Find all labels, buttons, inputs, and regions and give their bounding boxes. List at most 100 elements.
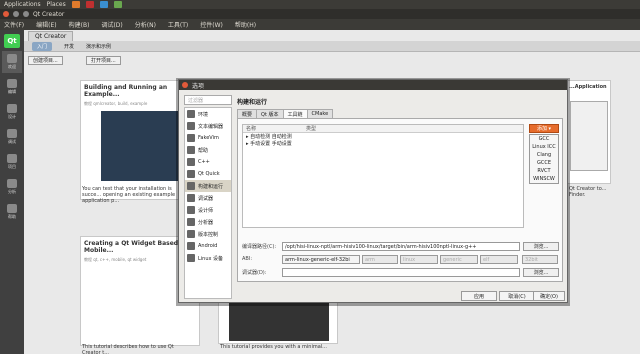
menu-item-linux-icc[interactable]: Linux ICC [530, 143, 558, 151]
menu-file[interactable]: 文件(F) [4, 20, 24, 29]
abi-os-select[interactable]: linux [400, 255, 438, 264]
category-cpp[interactable]: C++ [185, 156, 231, 168]
menu-help[interactable]: 帮助(H) [235, 20, 256, 29]
tree-row-auto[interactable]: ▸ 自动检测 自动检测 [243, 133, 523, 140]
mode-selector: Qt 欢迎 编辑 设计 调试 项目 分析 帮助 [0, 30, 24, 354]
mode-projects[interactable]: 项目 [2, 151, 22, 173]
card-thumbnail [570, 101, 608, 171]
debug-icon [7, 129, 17, 138]
toolchain-tree[interactable]: 名称 类型 ▸ 自动检测 自动检测 ▸ 手动设置 手动设置 [242, 124, 524, 228]
app-icon[interactable] [85, 1, 94, 8]
add-toolchain-button[interactable]: 添加 ▾ [529, 124, 559, 133]
places-menu[interactable]: Places [47, 1, 66, 8]
category-help[interactable]: 帮助 [185, 144, 231, 156]
create-project-button[interactable]: 创建项目... [28, 56, 63, 65]
abi-format-select[interactable]: elf [480, 255, 518, 264]
abi-label: ABI: [242, 256, 253, 262]
category-fakevim[interactable]: FakeVim [185, 132, 231, 144]
debugger-field[interactable] [282, 268, 520, 277]
compiler-path-label: 编译器路径(C): [242, 243, 277, 250]
welcome-icon [7, 54, 17, 63]
menu-item-clang[interactable]: Clang [530, 151, 558, 159]
system-top-bar: Applications Places [0, 0, 640, 9]
subtab-getting-started[interactable]: 入门 [32, 41, 53, 51]
category-environment[interactable]: 环境 [185, 108, 231, 120]
help-icon [187, 146, 195, 154]
menu-item-rvct[interactable]: RVCT [530, 167, 558, 175]
compiler-path-field[interactable]: /opt/hisi-linux-nptl/arm-hisiv100-linux/… [282, 242, 520, 251]
menu-debug[interactable]: 调试(D) [101, 20, 122, 29]
maximize-window-icon[interactable] [23, 11, 29, 17]
column-type: 类型 [306, 126, 317, 132]
designer-icon [187, 206, 195, 214]
menu-tools[interactable]: 工具(T) [168, 20, 188, 29]
category-debugger[interactable]: 调试器 [185, 192, 231, 204]
build-run-icon [187, 182, 195, 190]
mode-debug[interactable]: 调试 [2, 126, 22, 148]
card-description: This tutorial provides you with a minima… [220, 344, 327, 350]
menu-analyze[interactable]: 分析(N) [135, 20, 156, 29]
android-icon [187, 242, 195, 250]
abi-width-select[interactable]: 32bit [522, 255, 558, 264]
card-title: ...Application [569, 84, 607, 90]
projects-icon [7, 154, 17, 163]
tutorial-card[interactable] [218, 300, 338, 344]
abi-arch-select[interactable]: arm [362, 255, 398, 264]
tree-row-manual[interactable]: ▸ 手动设置 手动设置 [243, 140, 523, 147]
close-dialog-icon[interactable] [182, 82, 188, 88]
window-title: Qt Creator [33, 10, 65, 18]
category-android[interactable]: Android [185, 240, 231, 252]
menu-build[interactable]: 构建(B) [69, 20, 90, 29]
fakevim-icon [187, 134, 195, 142]
category-analyzer[interactable]: 分析器 [185, 216, 231, 228]
card-description: This tutorial describes how to use Qt Cr… [82, 344, 174, 354]
edit-icon [7, 79, 17, 88]
category-qt-quick[interactable]: Qt Quick [185, 168, 231, 180]
apply-button[interactable]: 应用 [461, 291, 497, 301]
help-icon[interactable] [113, 1, 122, 8]
menu-item-winscw[interactable]: WINSCW [530, 175, 558, 183]
mode-design[interactable]: 设计 [2, 101, 22, 123]
category-designer[interactable]: 设计师 [185, 204, 231, 216]
tutorial-card[interactable]: ...Application [565, 80, 611, 184]
qt-logo-icon: Qt [4, 34, 20, 48]
menubar: 文件(F) 编辑(E) 构建(B) 调试(D) 分析(N) 工具(T) 控件(W… [0, 19, 640, 30]
welcome-tab[interactable]: Qt Creator [28, 31, 74, 41]
options-category-list: 环境 文本编辑器 FakeVim 帮助 C++ Qt Quick 构建和运行 调… [184, 107, 232, 299]
open-project-button[interactable]: 打开项目... [86, 56, 121, 65]
add-toolchain-menu: GCC Linux ICC Clang GCCE RVCT WINSCW [529, 134, 559, 184]
browse-compiler-button[interactable]: 浏览... [523, 242, 559, 251]
subtab-examples[interactable]: 演示和示例 [86, 43, 111, 50]
menu-item-gcce[interactable]: GCCE [530, 159, 558, 167]
filter-input[interactable]: 过滤器 [184, 95, 232, 105]
close-window-icon[interactable] [3, 11, 9, 17]
design-icon [7, 104, 17, 113]
welcome-subtabs: 入门 开发 演示和示例 [24, 41, 640, 52]
menu-edit[interactable]: 编辑(E) [36, 20, 56, 29]
category-version-control[interactable]: 版本控制 [185, 228, 231, 240]
mode-welcome[interactable]: 欢迎 [2, 51, 22, 73]
category-build-run[interactable]: 构建和运行 [185, 180, 231, 192]
mode-edit[interactable]: 编辑 [2, 76, 22, 98]
firefox-icon[interactable] [71, 1, 80, 8]
category-linux-devices[interactable]: Linux 设备 [185, 252, 231, 264]
mode-analyze[interactable]: 分析 [2, 176, 22, 198]
abi-flavor-select[interactable]: generic [440, 255, 478, 264]
version-control-icon [187, 230, 195, 238]
dialog-title-bar: 选项 [179, 80, 567, 90]
text-editor-icon [187, 122, 195, 130]
menu-item-gcc[interactable]: GCC [530, 135, 558, 143]
subtab-develop[interactable]: 开发 [64, 43, 74, 50]
cancel-button[interactable]: 取消(C) [499, 291, 535, 301]
abi-select[interactable]: arm-linux-generic-elf-32bi [282, 255, 360, 264]
tree-header: 名称 类型 [243, 125, 523, 133]
browse-debugger-button[interactable]: 浏览... [523, 268, 559, 277]
menu-window[interactable]: 控件(W) [200, 20, 223, 29]
category-text-editor[interactable]: 文本编辑器 [185, 120, 231, 132]
terminal-icon[interactable] [99, 1, 108, 8]
ok-button[interactable]: 确定(O) [533, 291, 565, 301]
mode-help[interactable]: 帮助 [2, 201, 22, 223]
minimize-window-icon[interactable] [13, 11, 19, 17]
column-name: 名称 [246, 126, 257, 132]
applications-menu[interactable]: Applications [4, 1, 41, 8]
